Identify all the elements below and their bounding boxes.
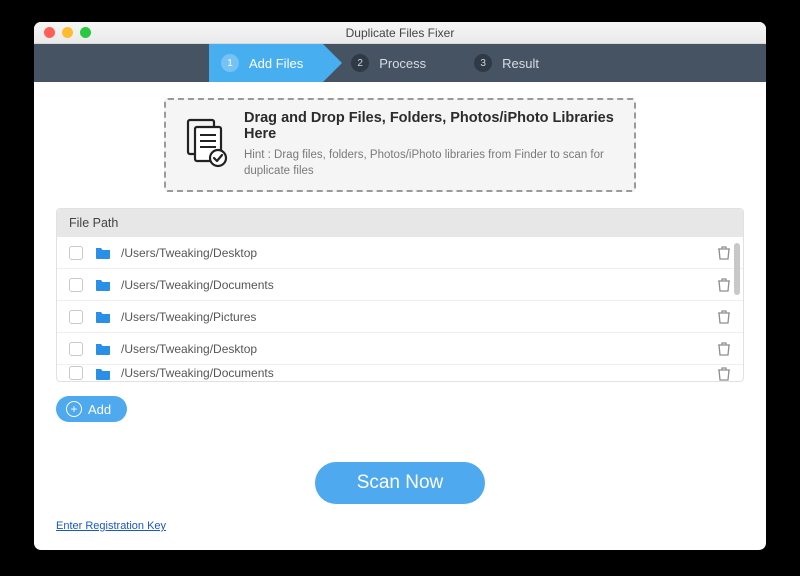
step-number: 3 [474, 54, 492, 72]
step-label: Result [502, 56, 539, 71]
scan-now-button[interactable]: Scan Now [315, 462, 486, 504]
file-path-panel: File Path /Users/Tweaking/Desktop [56, 208, 744, 382]
enter-registration-key-link[interactable]: Enter Registration Key [56, 520, 166, 532]
close-window-icon[interactable] [44, 27, 55, 38]
file-path-text: /Users/Tweaking/Documents [121, 278, 717, 292]
file-path-text: /Users/Tweaking/Desktop [121, 246, 717, 260]
list-item: /Users/Tweaking/Desktop [57, 237, 743, 269]
folder-icon [95, 246, 111, 259]
scrollbar-thumb[interactable] [734, 243, 740, 295]
step-number: 2 [351, 54, 369, 72]
drop-zone-title: Drag and Drop Files, Folders, Photos/iPh… [244, 110, 616, 142]
titlebar: Duplicate Files Fixer [34, 22, 766, 44]
list-item: /Users/Tweaking/Pictures [57, 301, 743, 333]
step-label: Add Files [249, 56, 303, 71]
drop-zone-hint: Hint : Drag files, folders, Photos/iPhot… [244, 148, 604, 179]
list-item: /Users/Tweaking/Documents [57, 269, 743, 301]
row-checkbox[interactable] [69, 310, 83, 324]
delete-row-button[interactable] [717, 341, 731, 356]
folder-icon [95, 367, 111, 380]
row-checkbox[interactable] [69, 278, 83, 292]
step-number: 1 [221, 54, 239, 72]
window-controls [44, 27, 91, 38]
row-checkbox[interactable] [69, 342, 83, 356]
list-item: /Users/Tweaking/Desktop [57, 333, 743, 365]
file-path-text: /Users/Tweaking/Desktop [121, 342, 717, 356]
delete-row-button[interactable] [717, 309, 731, 324]
file-path-header: File Path [57, 209, 743, 237]
row-checkbox[interactable] [69, 366, 83, 380]
list-item: /Users/Tweaking/Documents [57, 365, 743, 381]
step-bar: 1 Add Files 2 Process 3 Result [34, 44, 766, 82]
delete-row-button[interactable] [717, 245, 731, 260]
file-path-text: /Users/Tweaking/Pictures [121, 310, 717, 324]
delete-row-button[interactable] [717, 277, 731, 292]
delete-row-button[interactable] [717, 366, 731, 381]
documents-check-icon [184, 118, 230, 173]
folder-icon [95, 342, 111, 355]
step-add-files[interactable]: 1 Add Files [209, 44, 323, 82]
file-path-text: /Users/Tweaking/Documents [121, 366, 717, 380]
plus-icon: + [66, 401, 82, 417]
app-window: Duplicate Files Fixer 1 Add Files 2 Proc… [34, 22, 766, 550]
window-title: Duplicate Files Fixer [34, 26, 766, 40]
row-checkbox[interactable] [69, 246, 83, 260]
folder-icon [95, 278, 111, 291]
file-path-list: /Users/Tweaking/Desktop /Users/Tweaking/… [57, 237, 743, 381]
maximize-window-icon[interactable] [80, 27, 91, 38]
step-label: Process [379, 56, 426, 71]
minimize-window-icon[interactable] [62, 27, 73, 38]
drop-zone[interactable]: Drag and Drop Files, Folders, Photos/iPh… [164, 98, 636, 192]
step-result[interactable]: 3 Result [446, 44, 559, 82]
add-button-label: Add [88, 402, 111, 417]
scan-button-label: Scan Now [357, 472, 444, 493]
add-button[interactable]: + Add [56, 396, 127, 422]
folder-icon [95, 310, 111, 323]
